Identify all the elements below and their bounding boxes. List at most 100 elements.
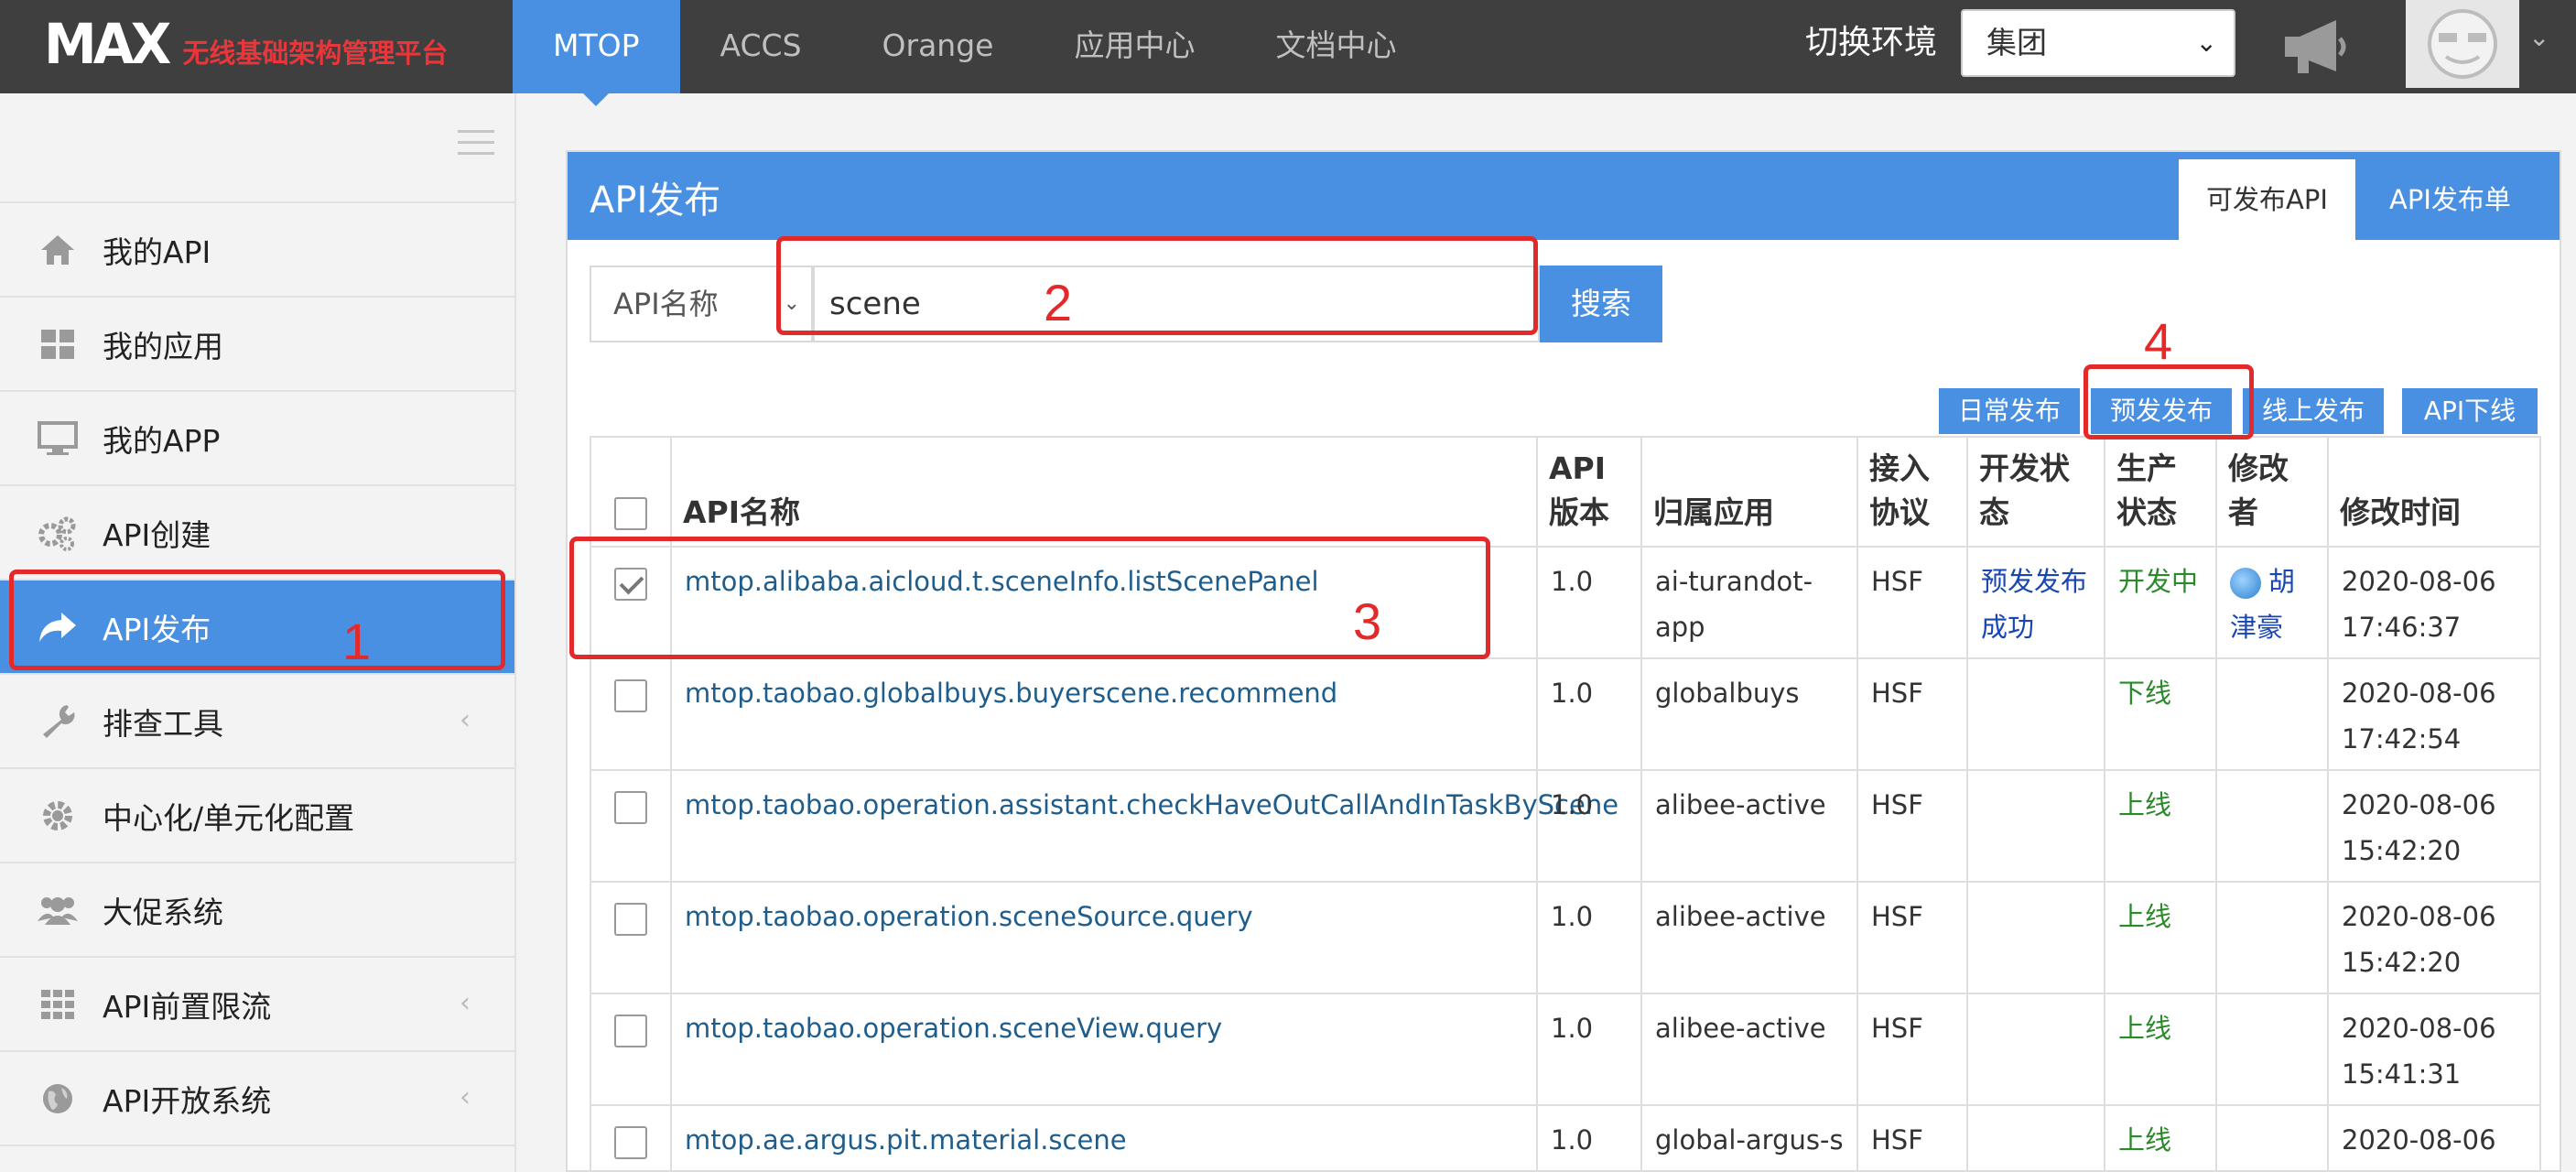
api-name-link[interactable]: mtop.taobao.operation.assistant.checkHav… xyxy=(685,789,1618,820)
top-nav: MTOP ACCS Orange 应用中心 文档中心 xyxy=(513,0,1436,106)
col-protocol[interactable]: 接入协议 xyxy=(1856,436,1968,548)
nav-orange[interactable]: Orange xyxy=(842,0,1034,93)
api-name-link[interactable]: mtop.ae.argus.pit.material.scene xyxy=(685,1124,1127,1156)
env-select[interactable]: 集团 ⌄ xyxy=(1961,9,2235,77)
select-all-checkbox[interactable] xyxy=(614,497,647,530)
row-checkbox[interactable] xyxy=(614,1126,647,1159)
sidebar-item-label: API创建 xyxy=(103,516,211,553)
api-protocol: HSF xyxy=(1856,769,1968,883)
nav-doc-center[interactable]: 文档中心 xyxy=(1235,0,1436,93)
row-checkbox[interactable] xyxy=(614,1015,647,1047)
row-checkbox[interactable] xyxy=(614,791,647,824)
header-checkbox-cell xyxy=(590,436,672,548)
col-api-version[interactable]: API版本 xyxy=(1536,436,1642,548)
wrench-icon xyxy=(37,700,79,743)
modified-time: 2020-08-06 xyxy=(2327,1104,2541,1172)
search-type-value: API名称 xyxy=(613,287,719,321)
api-name-link[interactable]: mtop.taobao.operation.sceneSource.query xyxy=(685,901,1253,932)
chevron-left-icon: ‹ xyxy=(460,704,471,736)
api-version: 1.0 xyxy=(1536,993,1642,1106)
tab-publishable-api[interactable]: 可发布API xyxy=(2179,159,2355,240)
sidebar-item-troubleshoot[interactable]: 排查工具 ‹ xyxy=(0,675,514,769)
row-checkbox-cell xyxy=(590,993,672,1106)
grid-dots-icon xyxy=(37,983,79,1026)
annotation-box-4 xyxy=(2084,364,2254,440)
annotation-number-4: 4 xyxy=(2144,312,2173,370)
api-app: alibee-active xyxy=(1640,769,1858,883)
sidebar-header xyxy=(0,93,514,203)
col-prod-status[interactable]: 生产状态 xyxy=(2104,436,2217,548)
user-face-icon xyxy=(2428,9,2497,79)
api-protocol: HSF xyxy=(1856,1104,1968,1172)
sidebar-item-promotion[interactable]: 大促系统 xyxy=(0,863,514,958)
globe-icon xyxy=(37,1078,79,1120)
logo[interactable]: MAX 无线基础架构管理平台 xyxy=(44,11,448,77)
dingtalk-icon[interactable] xyxy=(2230,568,2261,599)
online-publish-button[interactable]: 线上发布 xyxy=(2243,388,2384,434)
modified-time: 2020-08-06 15:42:20 xyxy=(2327,769,2541,883)
sidebar-item-api-create[interactable]: API创建 xyxy=(0,486,514,581)
nav-app-center[interactable]: 应用中心 xyxy=(1034,0,1235,93)
table-row[interactable]: mtop.taobao.operation.sceneSource.query … xyxy=(590,881,2541,994)
avatar[interactable] xyxy=(2406,0,2519,88)
dev-status: 预发发布成功 xyxy=(1981,566,2088,643)
panel-header: API发布 可发布API API发布单 xyxy=(568,152,2560,240)
prod-status: 上线 xyxy=(2118,789,2172,820)
prod-status: 上线 xyxy=(2118,1013,2172,1044)
monitor-icon xyxy=(37,418,79,460)
user-menu-chevron-icon[interactable]: ⌄ xyxy=(2528,22,2549,52)
search-button[interactable]: 搜索 xyxy=(1540,266,1662,342)
sidebar-item-central-config[interactable]: 中心化/单元化配置 xyxy=(0,769,514,863)
col-app[interactable]: 归属应用 xyxy=(1640,436,1858,548)
col-dev-status[interactable]: 开发状态 xyxy=(1966,436,2105,548)
table-row[interactable]: mtop.taobao.operation.assistant.checkHav… xyxy=(590,769,2541,883)
sidebar-item-label: 中心化/单元化配置 xyxy=(103,799,355,836)
chevron-down-icon: ⌄ xyxy=(2195,27,2217,58)
users-icon xyxy=(37,889,79,931)
api-name-link[interactable]: mtop.taobao.operation.sceneView.query xyxy=(685,1013,1222,1044)
sidebar-item-my-api[interactable]: 我的API xyxy=(0,203,514,298)
row-checkbox[interactable] xyxy=(614,679,647,712)
grid-icon xyxy=(37,323,79,365)
modified-time: 2020-08-06 17:42:54 xyxy=(2327,657,2541,771)
megaphone-icon[interactable] xyxy=(2279,15,2353,79)
api-version: 1.0 xyxy=(1536,546,1642,659)
logo-main: MAX xyxy=(44,11,171,77)
hamburger-icon[interactable] xyxy=(458,130,494,157)
daily-publish-button[interactable]: 日常发布 xyxy=(1939,388,2080,434)
tab-publish-orders[interactable]: API发布单 xyxy=(2362,159,2538,240)
nav-accs[interactable]: ACCS xyxy=(680,0,842,93)
table-row[interactable]: mtop.taobao.globalbuys.buyerscene.recomm… xyxy=(590,657,2541,771)
table-row[interactable]: mtop.ae.argus.pit.material.scene 1.0 glo… xyxy=(590,1104,2541,1172)
top-bar: MAX 无线基础架构管理平台 MTOP ACCS Orange 应用中心 文档中… xyxy=(0,0,2576,106)
table-header-row: API名称 API版本 归属应用 接入协议 开发状态 生产状态 修改者 修改时间 xyxy=(590,436,2541,548)
sidebar-item-open-system[interactable]: API开放系统 ‹ xyxy=(0,1052,514,1146)
col-modified-time[interactable]: 修改时间 xyxy=(2327,436,2541,548)
row-checkbox-cell xyxy=(590,881,672,994)
api-protocol: HSF xyxy=(1856,546,1968,659)
nav-mtop[interactable]: MTOP xyxy=(513,0,680,106)
row-checkbox-cell xyxy=(590,657,672,771)
annotation-number-2: 2 xyxy=(1044,274,1073,331)
annotation-number-1: 1 xyxy=(342,613,372,670)
prod-status: 下线 xyxy=(2118,678,2172,709)
prod-status: 上线 xyxy=(2118,901,2172,932)
sidebar-item-label: 我的APP xyxy=(103,422,221,459)
table-row[interactable]: mtop.taobao.operation.sceneView.query 1.… xyxy=(590,993,2541,1106)
sidebar-item-my-apps[interactable]: 我的应用 xyxy=(0,298,514,392)
row-checkbox-cell xyxy=(590,1104,672,1172)
row-checkbox[interactable] xyxy=(614,903,647,936)
api-name-link[interactable]: mtop.taobao.globalbuys.buyerscene.recomm… xyxy=(685,678,1337,709)
annotation-box-2 xyxy=(776,236,1538,335)
api-app: alibee-active xyxy=(1640,881,1858,994)
col-modifier[interactable]: 修改者 xyxy=(2215,436,2329,548)
home-icon xyxy=(37,229,79,271)
sidebar-item-rate-limit[interactable]: API前置限流 ‹ xyxy=(0,958,514,1052)
api-app: global-argus-s xyxy=(1640,1104,1858,1172)
sidebar-item-my-app[interactable]: 我的APP xyxy=(0,392,514,486)
row-checkbox-cell xyxy=(590,769,672,883)
api-offline-button[interactable]: API下线 xyxy=(2402,388,2538,434)
modified-time: 2020-08-06 17:46:37 xyxy=(2327,546,2541,659)
sidebar-item-label: API开放系统 xyxy=(103,1082,272,1119)
col-api-name[interactable]: API名称 xyxy=(670,436,1538,548)
